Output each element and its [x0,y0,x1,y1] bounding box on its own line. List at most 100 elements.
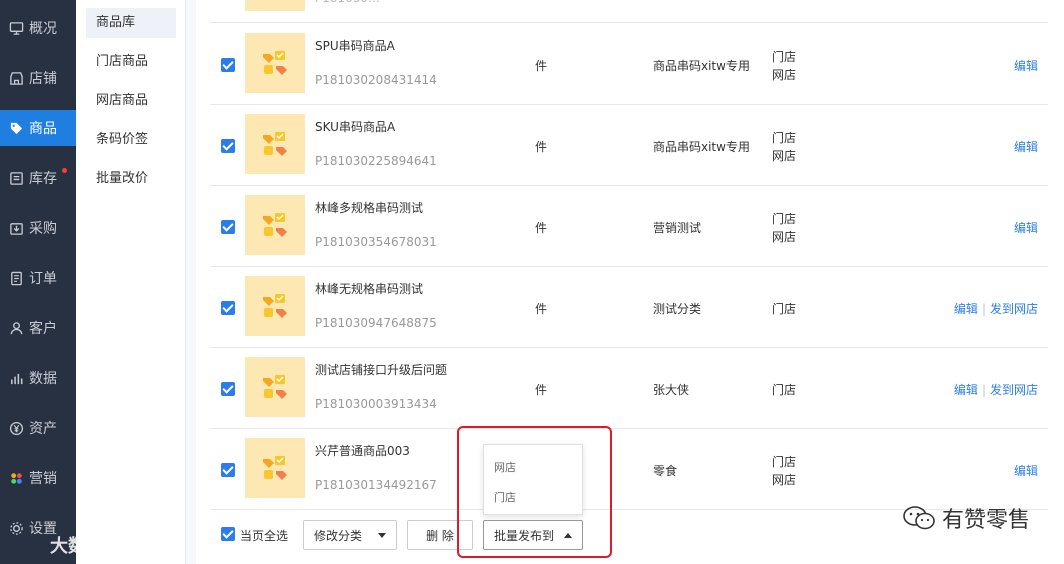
sales-channel: 门店 [772,212,797,226]
subnav-item[interactable]: 条码价签 [86,125,176,155]
product-code: P181030225894641 [315,154,437,168]
user-icon [8,320,24,336]
table-row: P181030… [210,0,1048,23]
row-checkbox[interactable] [221,301,235,315]
chevron-down-icon [378,532,386,538]
product-name[interactable]: 测试店铺接口升级后问题 [315,361,447,378]
watermark-left-text: 大数跨境 [50,536,122,557]
select-all-label[interactable]: 当页全选 [240,527,288,544]
nav-item[interactable]: 数据 [0,360,76,396]
nav-item-label: 资产 [29,421,57,437]
nav-item[interactable]: 店铺 [0,60,76,96]
product-name[interactable]: 林峰无规格串码测试 [315,280,423,297]
nav-item[interactable]: 资产 [0,410,76,446]
yuan-icon [8,420,24,436]
row-actions: 编辑 [1014,57,1038,74]
sales-channel: 门店 [772,383,797,397]
product-thumbnail [245,357,305,417]
action-separator: | [981,383,986,397]
subnav-item[interactable]: 网店商品 [86,86,176,116]
publish-online-link[interactable]: 发到网店 [990,302,1038,316]
product-category: 商品串码xitw专用 [653,59,750,73]
nav-item-label: 营销 [29,471,57,487]
product-list: P181030… SPU串码商品A P181030208431414 件 商品串码xi… [196,0,1064,564]
nav-item[interactable]: 采购 [0,210,76,246]
row-checkbox[interactable] [221,463,235,477]
row-actions: 编辑 [1014,462,1038,479]
action-separator: | [981,302,986,316]
notification-dot [62,168,67,173]
nav-item[interactable]: 订单 [0,260,76,296]
row-checkbox[interactable] [221,382,235,396]
nav-item-label: 客户 [29,321,57,337]
table-row: 测试店铺接口升级后问题 P181030003913434 件 张大侠 门店 编辑 | 发到网店 [210,348,1048,429]
product-name[interactable]: SKU串码商品A [315,118,395,135]
sales-channel: 网店 [772,473,797,487]
annotation-highlight-box [457,426,612,558]
edit-link[interactable]: 编辑 [1014,464,1038,478]
edit-link[interactable]: 编辑 [1014,221,1038,235]
nav-item[interactable]: 概况 [0,10,76,46]
select-all-checkbox[interactable] [221,527,235,541]
product-thumbnail [245,33,305,93]
product-unit: 件 [535,59,548,73]
nav-item-label: 订单 [29,271,57,287]
sales-channel: 门店 [772,455,797,469]
sub-sidebar: 商品库门店商品网店商品条码价签批量改价 [76,0,186,564]
nav-item[interactable]: 客户 [0,310,76,346]
chart-icon [8,370,24,386]
product-name[interactable]: SPU串码商品A [315,37,395,54]
nav-item[interactable]: 库存 [0,160,76,196]
modify-category-button[interactable]: 修改分类 [303,520,397,550]
main-sidebar: 概况 店铺 商品 库存 采购 订单 客户 数据 资产 营销 设置 [0,0,76,564]
order-icon [8,270,24,286]
nav-item[interactable]: 商品 [0,110,76,146]
edit-link[interactable]: 编辑 [1014,59,1038,73]
nav-item-label: 商品 [29,121,57,137]
product-name[interactable]: 林峰多规格串码测试 [315,199,423,216]
product-unit: 件 [535,383,548,397]
row-actions: 编辑 [1014,219,1038,236]
subnav-item[interactable]: 批量改价 [86,164,176,194]
modify-category-label: 修改分类 [314,528,363,543]
row-checkbox[interactable] [221,220,235,234]
table-row: SPU串码商品A P181030208431414 件 商品串码xitw专用 门店 网店 编… [210,24,1048,105]
product-thumbnail [245,0,305,11]
product-name[interactable]: 兴芹普通商品003 [315,442,410,459]
product-code: P181030003913434 [315,397,437,411]
sales-channel: 门店 [772,50,797,64]
product-code: P181030134492167 [315,478,437,492]
product-category: 零食 [653,464,678,478]
edit-link[interactable]: 编辑 [954,302,978,316]
nav-item-label: 数据 [29,371,57,387]
watermark-text: 有赞零售 [941,508,1030,533]
sales-channel: 门店 [772,131,797,145]
table-row: 兴芹普通商品003P181030134492167件零食门店网店编辑 [210,429,1048,510]
tag-icon [8,120,24,136]
product-code: P181030354678031 [315,235,437,249]
subnav-item[interactable]: 商品库 [86,8,176,38]
product-thumbnail [245,276,305,336]
watermark-brand: 有赞零售 [902,502,1030,534]
edit-link[interactable]: 编辑 [954,383,978,397]
subnav-item[interactable]: 门店商品 [86,47,176,77]
product-code: P181030208431414 [315,73,437,87]
watermark-left: 大数跨境 [10,532,122,558]
publish-online-link[interactable]: 发到网店 [990,383,1038,397]
delete-label: 删 除 [426,528,454,543]
product-category: 测试分类 [653,302,702,316]
row-checkbox[interactable] [221,139,235,153]
sales-channel: 网店 [772,230,797,244]
nav-item[interactable]: 营销 [0,460,76,496]
product-code: P181030… [315,0,380,5]
row-actions: 编辑 | 发到网店 [954,300,1038,317]
product-unit: 件 [535,221,548,235]
row-checkbox[interactable] [221,58,235,72]
product-category: 营销测试 [653,221,702,235]
nav-item-label: 采购 [29,221,57,237]
edit-link[interactable]: 编辑 [1014,140,1038,154]
product-unit: 件 [535,140,548,154]
monitor-icon [8,20,24,36]
product-category: 张大侠 [653,383,690,397]
store-icon [8,70,24,86]
